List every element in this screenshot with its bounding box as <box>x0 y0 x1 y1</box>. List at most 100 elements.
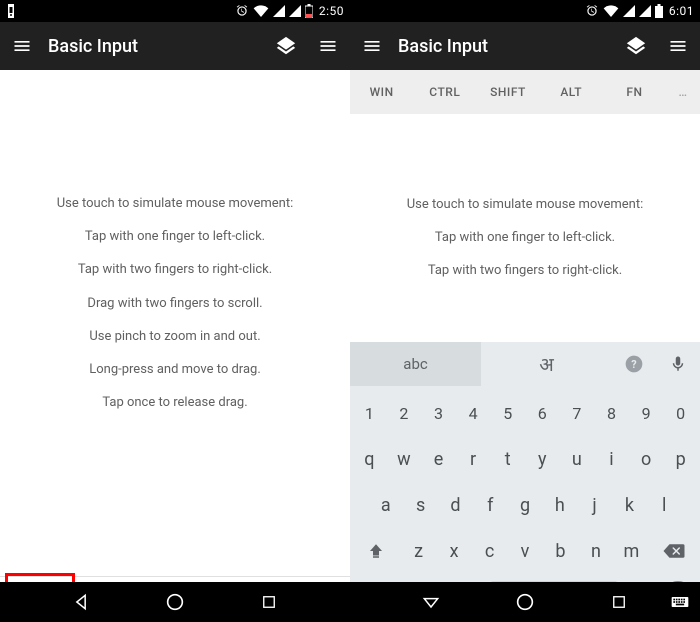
battery-icon <box>305 4 313 18</box>
menu-icon[interactable] <box>360 34 384 58</box>
key-y[interactable]: y <box>526 438 559 480</box>
app-bar: Basic Input <box>0 22 350 70</box>
keyboard-help-icon[interactable]: ? <box>612 342 656 386</box>
key-g[interactable]: g <box>509 484 542 526</box>
navigation-bar <box>0 582 700 622</box>
menu-icon[interactable] <box>10 34 34 58</box>
instruction-line: Use pinch to zoom in and out. <box>89 328 260 346</box>
keyboard-suggestion-row: abc अ ? <box>350 342 700 386</box>
key-a[interactable]: a <box>369 484 402 526</box>
key-0[interactable]: 0 <box>664 392 697 434</box>
key-n[interactable]: n <box>579 530 612 572</box>
instruction-line: Tap with two fingers to right-click. <box>428 262 622 280</box>
key-k[interactable]: k <box>613 484 646 526</box>
key-7[interactable]: 7 <box>561 392 594 434</box>
keyboard-row-numbers: 1 2 3 4 5 6 7 8 9 0 <box>352 390 698 436</box>
app-title: Basic Input <box>398 36 610 57</box>
key-h[interactable]: h <box>543 484 576 526</box>
instruction-line: Use touch to simulate mouse movement: <box>407 196 643 214</box>
alarm-icon <box>585 4 599 18</box>
key-e[interactable]: e <box>422 438 455 480</box>
key-p[interactable]: p <box>664 438 697 480</box>
key-shift[interactable] <box>353 530 400 572</box>
alarm-icon <box>235 4 249 18</box>
key-backspace[interactable] <box>650 530 697 572</box>
right-pane: R 6:01 Basic Input <box>350 0 700 622</box>
key-5[interactable]: 5 <box>491 392 524 434</box>
modifier-alt[interactable]: ALT <box>540 85 603 99</box>
key-r[interactable]: r <box>457 438 490 480</box>
modifier-more[interactable]: … <box>666 85 700 99</box>
app-bar: Basic Input <box>350 22 700 70</box>
key-i[interactable]: i <box>595 438 628 480</box>
key-l[interactable]: l <box>648 484 681 526</box>
key-6[interactable]: 6 <box>526 392 559 434</box>
key-v[interactable]: v <box>508 530 541 572</box>
keyboard-voice-icon[interactable] <box>656 342 700 386</box>
svg-text:R: R <box>275 7 278 13</box>
modifier-win[interactable]: WIN <box>350 85 413 99</box>
key-t[interactable]: t <box>491 438 524 480</box>
instruction-line: Drag with two fingers to scroll. <box>87 295 262 313</box>
key-1[interactable]: 1 <box>353 392 386 434</box>
soft-keyboard: abc अ ? 1 2 3 4 5 6 7 8 <box>350 342 700 622</box>
key-j[interactable]: j <box>578 484 611 526</box>
keyboard-mode-abc[interactable]: abc <box>350 342 481 386</box>
modifier-ctrl[interactable]: CTRL <box>413 85 476 99</box>
instruction-line: Tap with two fingers to right-click. <box>78 261 272 279</box>
status-bar: R 2:50 <box>0 0 350 22</box>
status-clock: 6:01 <box>669 4 694 18</box>
nav-home-button[interactable] <box>512 589 538 615</box>
signal-icon-2 <box>289 5 301 17</box>
status-clock: 2:50 <box>319 4 344 18</box>
key-s[interactable]: s <box>404 484 437 526</box>
key-b[interactable]: b <box>544 530 577 572</box>
wifi-icon <box>603 5 619 17</box>
app-title: Basic Input <box>48 36 260 57</box>
overflow-menu-icon[interactable] <box>666 34 690 58</box>
key-o[interactable]: o <box>630 438 663 480</box>
instruction-line: Tap with one finger to left-click. <box>85 228 265 246</box>
key-2[interactable]: 2 <box>388 392 421 434</box>
nav-home-button[interactable] <box>162 589 188 615</box>
priority-icon <box>6 4 16 18</box>
status-bar: R 6:01 <box>350 0 700 22</box>
key-c[interactable]: c <box>473 530 506 572</box>
keyboard-mode-lang[interactable]: अ <box>481 342 612 386</box>
key-3[interactable]: 3 <box>422 392 455 434</box>
layers-icon[interactable] <box>274 34 298 58</box>
nav-recents-button[interactable] <box>606 589 632 615</box>
signal-icon-1: R <box>623 5 635 17</box>
overflow-menu-icon[interactable] <box>316 34 340 58</box>
keyboard-row-2: a s d f g h j k l <box>352 482 698 528</box>
instructions-area[interactable]: Use touch to simulate mouse movement: Ta… <box>350 114 700 342</box>
key-w[interactable]: w <box>388 438 421 480</box>
modifier-shift[interactable]: SHIFT <box>476 85 539 99</box>
keyboard-row-3: z x c v b n m <box>352 528 698 574</box>
nav-ime-switcher-icon[interactable] <box>670 582 690 622</box>
svg-text:R: R <box>625 7 628 13</box>
keyboard-row-1: q w e r t y u i o p <box>352 436 698 482</box>
key-q[interactable]: q <box>353 438 386 480</box>
key-m[interactable]: m <box>615 530 648 572</box>
key-9[interactable]: 9 <box>630 392 663 434</box>
instructions-area[interactable]: Use touch to simulate mouse movement: Ta… <box>0 70 350 576</box>
battery-icon <box>655 4 663 18</box>
nav-back-button[interactable] <box>68 589 94 615</box>
instruction-line: Long-press and move to drag. <box>89 361 261 379</box>
key-f[interactable]: f <box>474 484 507 526</box>
instruction-line: Tap with one finger to left-click. <box>435 229 615 247</box>
key-z[interactable]: z <box>402 530 435 572</box>
nav-recents-button[interactable] <box>256 589 282 615</box>
layers-icon[interactable] <box>624 34 648 58</box>
left-pane: R 2:50 Basic Input <box>0 0 350 622</box>
wifi-icon <box>253 5 269 17</box>
modifier-fn[interactable]: FN <box>603 85 666 99</box>
key-4[interactable]: 4 <box>457 392 490 434</box>
key-x[interactable]: x <box>437 530 470 572</box>
instruction-line: Use touch to simulate mouse movement: <box>57 195 293 213</box>
nav-back-button[interactable] <box>418 589 444 615</box>
key-u[interactable]: u <box>561 438 594 480</box>
key-d[interactable]: d <box>439 484 472 526</box>
key-8[interactable]: 8 <box>595 392 628 434</box>
